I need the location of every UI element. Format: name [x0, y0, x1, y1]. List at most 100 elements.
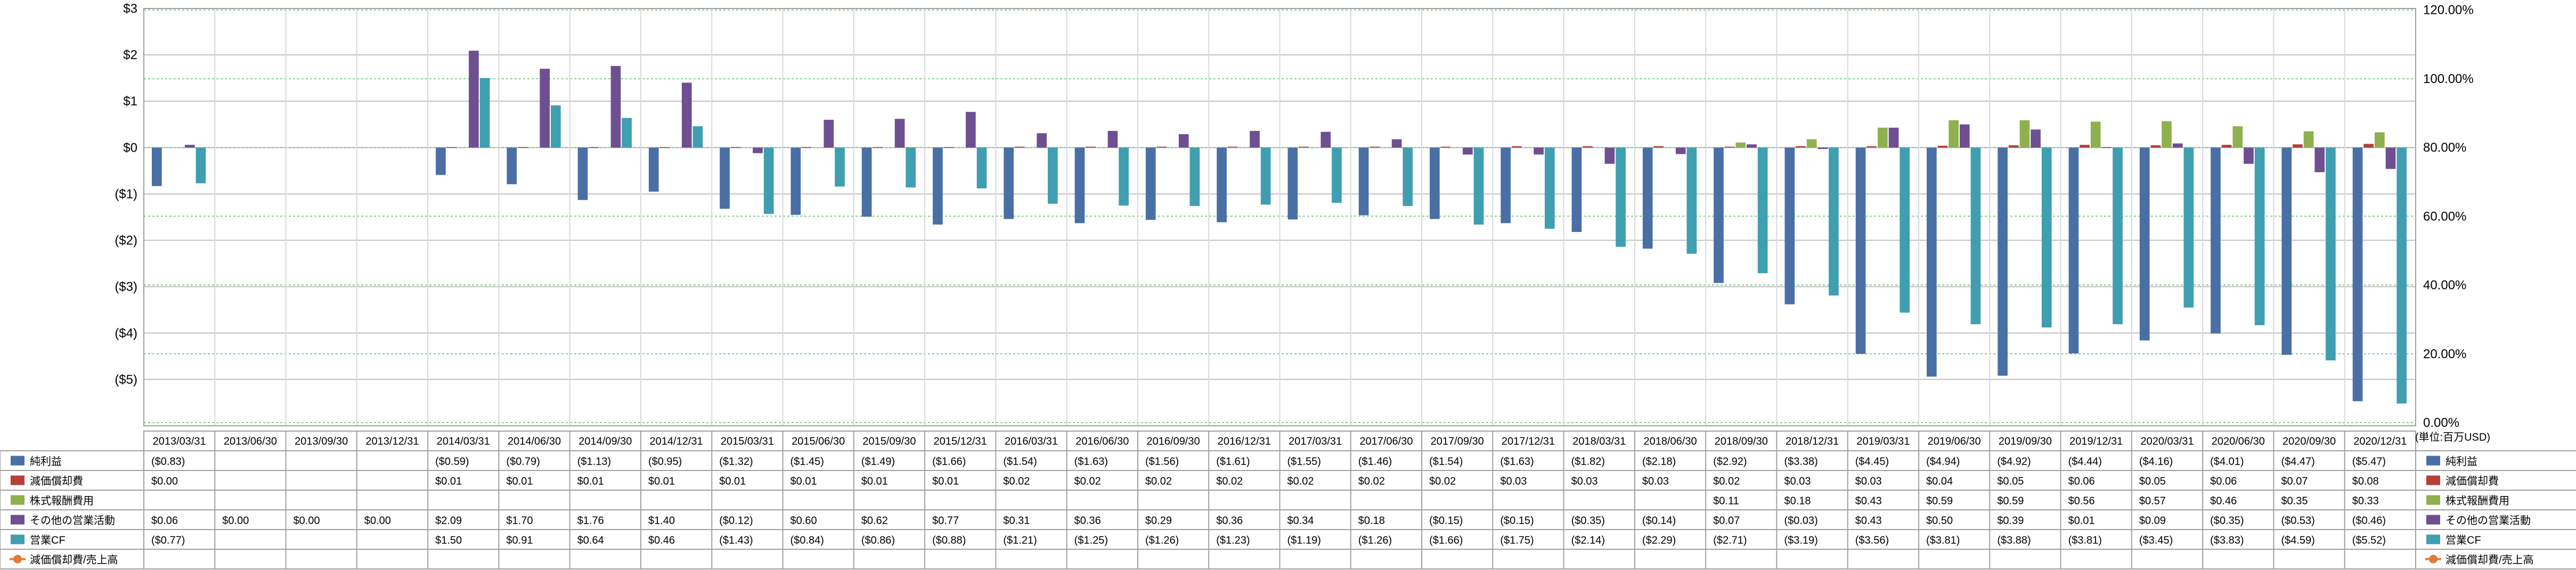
data-label: $0.62: [861, 515, 888, 527]
bar: [1227, 146, 1238, 148]
y-left-tick-label: ($2): [115, 234, 137, 248]
bar: [1037, 133, 1047, 148]
data-label: ($3.56): [1855, 535, 1889, 547]
bar: [446, 147, 457, 148]
y-left-tick-label: $3: [123, 2, 137, 16]
data-label: ($4.59): [2281, 535, 2314, 547]
data-label: ($0.59): [435, 456, 469, 468]
data-label: ($1.26): [1358, 535, 1392, 547]
bar: [1189, 147, 1200, 206]
series-name-right: 純利益: [2445, 456, 2477, 468]
bar: [551, 105, 561, 148]
data-label: $0.33: [2352, 495, 2379, 507]
y-right-tick-label: 80.00%: [2423, 141, 2466, 155]
category-label: 2018/06/30: [1643, 436, 1697, 448]
data-label: $2.09: [435, 515, 462, 527]
series-name: 純利益: [30, 456, 62, 468]
bar: [1250, 130, 1260, 148]
category-label: 2015/09/30: [862, 436, 916, 448]
bar: [2293, 144, 2303, 148]
data-label: $0.01: [577, 476, 604, 488]
bar: [1724, 146, 1735, 148]
data-label: ($1.45): [790, 456, 824, 468]
data-label: ($4.01): [2210, 456, 2244, 468]
bar: [2352, 147, 2363, 401]
category-label: 2015/03/31: [721, 436, 774, 448]
data-label: ($0.86): [861, 535, 895, 547]
data-label: ($1.13): [577, 456, 611, 468]
y-right-tick-label: 100.00%: [2423, 72, 2474, 86]
category-label: 2019/03/31: [1856, 436, 1910, 448]
bar: [436, 147, 446, 175]
bar: [540, 69, 550, 148]
data-label: ($3.83): [2210, 535, 2244, 547]
y-left-tick-label: ($4): [115, 326, 137, 341]
data-label: ($1.32): [719, 456, 753, 468]
legend-key: [2429, 555, 2438, 564]
data-label: $0.34: [1287, 515, 1314, 527]
data-label: $1.70: [506, 515, 533, 527]
data-label: $0.18: [1784, 495, 1811, 507]
data-label: ($1.26): [1145, 535, 1179, 547]
data-label: $0.56: [2068, 495, 2095, 507]
data-label: ($4.16): [2139, 456, 2173, 468]
bar: [2211, 147, 2221, 334]
data-label: ($0.15): [1429, 515, 1463, 527]
bar: [790, 147, 801, 215]
y-left-tick-label: $1: [123, 94, 137, 109]
data-label: $0.02: [1074, 476, 1101, 488]
data-label: $0.02: [1713, 476, 1740, 488]
bar: [2363, 144, 2374, 148]
data-label: ($1.54): [1429, 456, 1463, 468]
category-label: 2014/12/31: [650, 436, 703, 448]
data-label: $0.59: [1997, 495, 2024, 507]
data-label: $0.08: [2352, 476, 2379, 488]
bar: [1544, 147, 1555, 229]
bar: [648, 147, 659, 192]
bar: [1145, 147, 1156, 220]
data-label: ($0.84): [790, 535, 824, 547]
category-label: 2019/12/31: [2069, 436, 2123, 448]
bar: [1829, 147, 1839, 296]
bar: [933, 147, 943, 225]
data-label: $0.91: [506, 535, 533, 547]
bar: [906, 147, 916, 188]
category-label: 2016/12/31: [1218, 436, 1271, 448]
data-label: ($1.56): [1145, 456, 1179, 468]
bar: [894, 119, 905, 148]
data-label: $0.60: [790, 515, 817, 527]
data-table: 2013/03/31 2013/06/30 2013/09/30 2013/12/31…: [0, 431, 2576, 569]
data-label: $0.01: [790, 476, 817, 488]
series-name: 減価償却費: [30, 475, 83, 488]
data-label: ($1.55): [1287, 456, 1321, 468]
data-label: ($2.18): [1642, 456, 1676, 468]
series-name: 株式報酬費用: [30, 495, 94, 507]
data-label: $0.01: [435, 476, 462, 488]
bar: [2113, 147, 2123, 325]
bar: [1217, 147, 1227, 222]
data-label: ($0.14): [1642, 515, 1676, 527]
bar: [1156, 146, 1167, 148]
data-label: $0.46: [2210, 495, 2237, 507]
bar: [1048, 147, 1058, 204]
bar: [1757, 147, 1768, 274]
bar: [1817, 147, 1828, 149]
category-label: 2014/06/30: [508, 436, 561, 448]
data-label: $0.57: [2139, 495, 2166, 507]
data-label: ($3.19): [1784, 535, 1817, 547]
chart: $3 $2 $1 $0 ($1) ($2) ($3) ($4) ($5) 120.00% 100.0…: [0, 2, 2576, 569]
data-label: ($2.29): [1642, 535, 1676, 547]
data-label: $0.01: [506, 476, 533, 488]
data-label: $0.29: [1145, 515, 1172, 527]
category-label: 2014/03/31: [437, 436, 490, 448]
category-label: 2016/03/31: [1005, 436, 1058, 448]
bar: [2396, 147, 2407, 404]
legend-key: [2426, 456, 2440, 466]
data-label: $0.00: [364, 515, 391, 527]
data-label: ($1.63): [1500, 456, 1534, 468]
data-label: $0.05: [1997, 476, 2024, 488]
data-label: ($3.38): [1784, 456, 1817, 468]
data-label: $0.43: [1855, 495, 1882, 507]
bar: [2303, 131, 2314, 148]
series-name: 減価償却費/売上高: [30, 554, 118, 566]
